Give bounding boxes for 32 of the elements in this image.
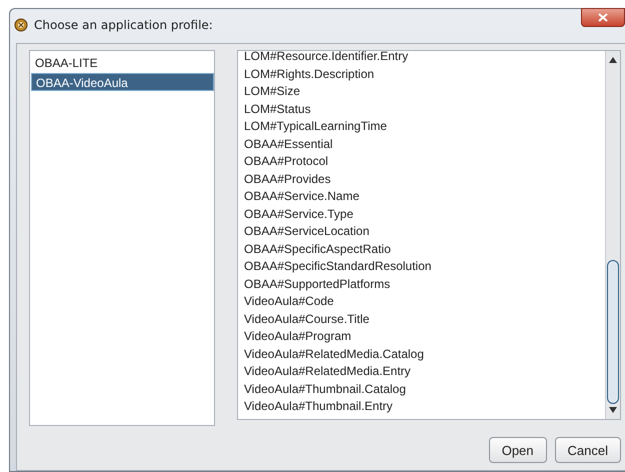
window-title: Choose an application profile: [34, 18, 213, 32]
field-item[interactable]: OBAA#Service.Type [238, 206, 605, 223]
field-item[interactable]: OBAA#SupportedPlatforms [238, 276, 605, 293]
profile-item[interactable]: OBAA-VideoAula [31, 73, 214, 91]
field-item[interactable]: VideoAula#Program [238, 328, 605, 346]
field-item[interactable]: VideoAula#RelatedMedia.Entry [238, 363, 605, 380]
field-item[interactable]: OBAA#SpecificStandardResolution [238, 258, 605, 276]
dialog-button[interactable]: Cancel [554, 437, 621, 463]
field-item[interactable]: OBAA#SpecificAspectRatio [238, 240, 605, 258]
field-item[interactable]: LOM#TypicalLearningTime [238, 118, 605, 136]
close-button[interactable] [581, 8, 625, 27]
scrollbar-thumb[interactable] [607, 260, 619, 404]
profile-item[interactable]: OBAA-LITE [31, 54, 214, 72]
scroll-up-icon[interactable] [609, 57, 617, 63]
field-item[interactable]: VideoAula#RelatedMedia.Catalog [238, 346, 605, 363]
field-item[interactable]: OBAA#Protocol [238, 153, 605, 170]
field-item[interactable]: VideoAula#Code [238, 293, 605, 310]
scroll-down-icon[interactable] [609, 407, 617, 413]
field-item[interactable]: LOM#Status [238, 100, 605, 118]
field-item[interactable]: OBAA#ServiceLocation [238, 223, 605, 240]
field-item[interactable]: VideoAula#Thumbnail.Entry [238, 398, 605, 416]
field-item[interactable]: OBAA#Service.Name [238, 188, 605, 206]
field-item[interactable]: VideoAula#Thumbnail.Catalog [238, 380, 605, 398]
field-item[interactable]: OBAA#Provides [238, 170, 605, 188]
close-icon [598, 13, 608, 22]
dialog-button[interactable]: Open [488, 437, 547, 463]
field-item[interactable]: LOM#Size [238, 83, 605, 100]
field-item[interactable]: LOM#Rights.Description [238, 66, 605, 83]
scrollbar[interactable] [605, 51, 620, 419]
field-item[interactable]: LOM#Resource.Identifier.Entry [238, 51, 605, 66]
field-item[interactable]: VideoAula#Course.Title [238, 310, 605, 328]
field-item[interactable]: OBAA#Essential [238, 136, 605, 153]
